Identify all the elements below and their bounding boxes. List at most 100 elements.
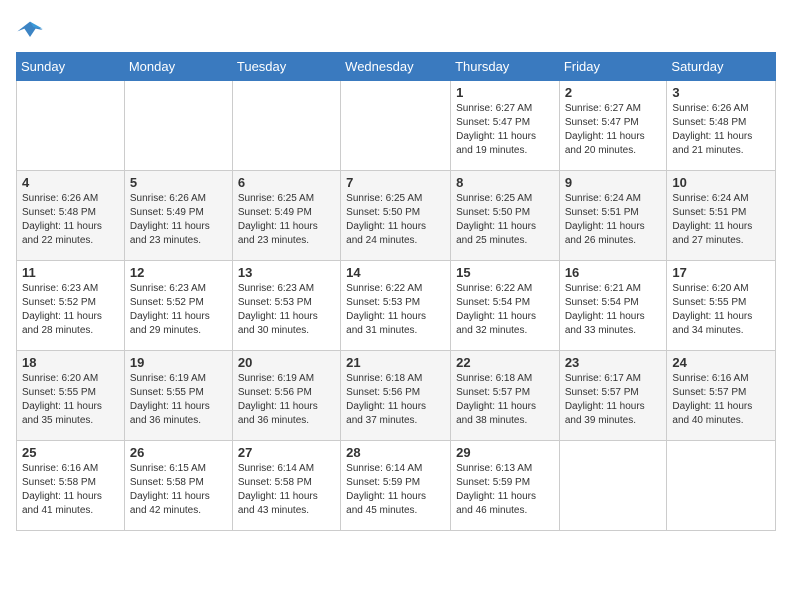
day-info: Sunrise: 6:27 AM Sunset: 5:47 PM Dayligh… — [565, 102, 662, 158]
day-number: 24 — [672, 355, 770, 370]
calendar-cell: 3Sunrise: 6:26 AM Sunset: 5:48 PM Daylig… — [667, 81, 776, 171]
day-info: Sunrise: 6:26 AM Sunset: 5:48 PM Dayligh… — [672, 102, 770, 158]
weekday-monday: Monday — [124, 53, 232, 81]
weekday-saturday: Saturday — [667, 53, 776, 81]
calendar-cell: 27 Sunrise: 6:14 AM Sunset: 5:58 PM Dayli… — [232, 441, 340, 531]
calendar-cell: 11 Sunrise: 6:23 AM Sunset: 5:52 PM Dayli… — [17, 261, 125, 351]
calendar-cell: 26 Sunrise: 6:15 AM Sunset: 5:58 PM Dayli… — [124, 441, 232, 531]
day-info: Sunrise: 6:25 AM Sunset: 5:49 PM Dayligh… — [238, 192, 335, 248]
calendar-cell — [341, 81, 451, 171]
day-number: 14 — [346, 265, 445, 280]
day-number: 1 — [456, 85, 554, 100]
calendar-cell: 2 Sunrise: 6:27 AM Sunset: 5:47 PM Daylig… — [559, 81, 667, 171]
calendar-cell: 5 Sunrise: 6:26 AM Sunset: 5:49 PM Daylig… — [124, 171, 232, 261]
weekday-wednesday: Wednesday — [341, 53, 451, 81]
day-number: 5 — [130, 175, 227, 190]
day-number: 25 — [22, 445, 119, 460]
calendar-cell: 28 Sunrise: 6:14 AM Sunset: 5:59 PM Dayli… — [341, 441, 451, 531]
calendar-cell: 23 Sunrise: 6:17 AM Sunset: 5:57 PM Dayli… — [559, 351, 667, 441]
calendar-cell: 24 Sunrise: 6:16 AM Sunset: 5:57 PM Dayli… — [667, 351, 776, 441]
day-info: Sunrise: 6:20 AM Sunset: 5:55 PM Dayligh… — [672, 282, 770, 338]
calendar-cell: 9 Sunrise: 6:24 AM Sunset: 5:51 PM Daylig… — [559, 171, 667, 261]
day-number: 6 — [238, 175, 335, 190]
day-number: 20 — [238, 355, 335, 370]
weekday-thursday: Thursday — [451, 53, 560, 81]
calendar-cell: 25 Sunrise: 6:16 AM Sunset: 5:58 PM Dayli… — [17, 441, 125, 531]
calendar-cell: 15 Sunrise: 6:22 AM Sunset: 5:54 PM Dayli… — [451, 261, 560, 351]
day-number: 26 — [130, 445, 227, 460]
day-info: Sunrise: 6:18 AM Sunset: 5:57 PM Dayligh… — [456, 372, 554, 428]
day-info: Sunrise: 6:14 AM Sunset: 5:59 PM Dayligh… — [346, 462, 445, 518]
weekday-friday: Friday — [559, 53, 667, 81]
day-info: Sunrise: 6:25 AM Sunset: 5:50 PM Dayligh… — [456, 192, 554, 248]
day-number: 12 — [130, 265, 227, 280]
calendar-cell: 22 Sunrise: 6:18 AM Sunset: 5:57 PM Dayli… — [451, 351, 560, 441]
logo — [16, 16, 48, 44]
weekday-sunday: Sunday — [17, 53, 125, 81]
calendar-cell: 29 Sunrise: 6:13 AM Sunset: 5:59 PM Dayli… — [451, 441, 560, 531]
day-number: 4 — [22, 175, 119, 190]
day-info: Sunrise: 6:13 AM Sunset: 5:59 PM Dayligh… — [456, 462, 554, 518]
day-number: 18 — [22, 355, 119, 370]
calendar-cell: 18 Sunrise: 6:20 AM Sunset: 5:55 PM Dayli… — [17, 351, 125, 441]
day-number: 11 — [22, 265, 119, 280]
day-info: Sunrise: 6:23 AM Sunset: 5:52 PM Dayligh… — [130, 282, 227, 338]
calendar-cell: 10Sunrise: 6:24 AM Sunset: 5:51 PM Dayli… — [667, 171, 776, 261]
day-info: Sunrise: 6:17 AM Sunset: 5:57 PM Dayligh… — [565, 372, 662, 428]
calendar-table: SundayMondayTuesdayWednesdayThursdayFrid… — [16, 52, 776, 531]
day-number: 21 — [346, 355, 445, 370]
day-number: 9 — [565, 175, 662, 190]
day-number: 2 — [565, 85, 662, 100]
day-info: Sunrise: 6:24 AM Sunset: 5:51 PM Dayligh… — [565, 192, 662, 248]
weekday-header-row: SundayMondayTuesdayWednesdayThursdayFrid… — [17, 53, 776, 81]
day-info: Sunrise: 6:23 AM Sunset: 5:52 PM Dayligh… — [22, 282, 119, 338]
day-number: 17 — [672, 265, 770, 280]
calendar-cell — [559, 441, 667, 531]
day-info: Sunrise: 6:26 AM Sunset: 5:49 PM Dayligh… — [130, 192, 227, 248]
day-info: Sunrise: 6:22 AM Sunset: 5:54 PM Dayligh… — [456, 282, 554, 338]
calendar-week-5: 25 Sunrise: 6:16 AM Sunset: 5:58 PM Dayli… — [17, 441, 776, 531]
calendar-cell: 13Sunrise: 6:23 AM Sunset: 5:53 PM Dayli… — [232, 261, 340, 351]
calendar-cell: 16 Sunrise: 6:21 AM Sunset: 5:54 PM Dayli… — [559, 261, 667, 351]
day-number: 15 — [456, 265, 554, 280]
calendar-cell: 12 Sunrise: 6:23 AM Sunset: 5:52 PM Dayli… — [124, 261, 232, 351]
day-info: Sunrise: 6:26 AM Sunset: 5:48 PM Dayligh… — [22, 192, 119, 248]
calendar-week-4: 18 Sunrise: 6:20 AM Sunset: 5:55 PM Dayli… — [17, 351, 776, 441]
logo-bird-icon — [16, 16, 44, 44]
day-number: 28 — [346, 445, 445, 460]
calendar-cell — [667, 441, 776, 531]
day-info: Sunrise: 6:20 AM Sunset: 5:55 PM Dayligh… — [22, 372, 119, 428]
calendar-cell: 7Sunrise: 6:25 AM Sunset: 5:50 PM Daylig… — [341, 171, 451, 261]
day-info: Sunrise: 6:19 AM Sunset: 5:55 PM Dayligh… — [130, 372, 227, 428]
day-number: 29 — [456, 445, 554, 460]
calendar-cell: 20 Sunrise: 6:19 AM Sunset: 5:56 PM Dayli… — [232, 351, 340, 441]
day-info: Sunrise: 6:21 AM Sunset: 5:54 PM Dayligh… — [565, 282, 662, 338]
day-info: Sunrise: 6:27 AM Sunset: 5:47 PM Dayligh… — [456, 102, 554, 158]
day-number: 22 — [456, 355, 554, 370]
day-info: Sunrise: 6:15 AM Sunset: 5:58 PM Dayligh… — [130, 462, 227, 518]
calendar-cell: 21 Sunrise: 6:18 AM Sunset: 5:56 PM Dayli… — [341, 351, 451, 441]
day-info: Sunrise: 6:16 AM Sunset: 5:58 PM Dayligh… — [22, 462, 119, 518]
day-number: 27 — [238, 445, 335, 460]
calendar-cell — [124, 81, 232, 171]
day-info: Sunrise: 6:18 AM Sunset: 5:56 PM Dayligh… — [346, 372, 445, 428]
calendar-cell — [232, 81, 340, 171]
day-info: Sunrise: 6:22 AM Sunset: 5:53 PM Dayligh… — [346, 282, 445, 338]
page-header — [16, 16, 776, 44]
day-info: Sunrise: 6:14 AM Sunset: 5:58 PM Dayligh… — [238, 462, 335, 518]
calendar-week-1: 1 Sunrise: 6:27 AM Sunset: 5:47 PM Daylig… — [17, 81, 776, 171]
calendar-cell: 6 Sunrise: 6:25 AM Sunset: 5:49 PM Daylig… — [232, 171, 340, 261]
day-info: Sunrise: 6:16 AM Sunset: 5:57 PM Dayligh… — [672, 372, 770, 428]
day-number: 23 — [565, 355, 662, 370]
calendar-cell: 4 Sunrise: 6:26 AM Sunset: 5:48 PM Daylig… — [17, 171, 125, 261]
calendar-week-2: 4 Sunrise: 6:26 AM Sunset: 5:48 PM Daylig… — [17, 171, 776, 261]
day-info: Sunrise: 6:23 AM Sunset: 5:53 PM Dayligh… — [238, 282, 335, 338]
calendar-cell: 14 Sunrise: 6:22 AM Sunset: 5:53 PM Dayli… — [341, 261, 451, 351]
calendar-cell: 19Sunrise: 6:19 AM Sunset: 5:55 PM Dayli… — [124, 351, 232, 441]
day-info: Sunrise: 6:25 AM Sunset: 5:50 PM Dayligh… — [346, 192, 445, 248]
calendar-week-3: 11 Sunrise: 6:23 AM Sunset: 5:52 PM Dayli… — [17, 261, 776, 351]
day-number: 8 — [456, 175, 554, 190]
day-number: 16 — [565, 265, 662, 280]
day-info: Sunrise: 6:19 AM Sunset: 5:56 PM Dayligh… — [238, 372, 335, 428]
day-info: Sunrise: 6:24 AM Sunset: 5:51 PM Dayligh… — [672, 192, 770, 248]
